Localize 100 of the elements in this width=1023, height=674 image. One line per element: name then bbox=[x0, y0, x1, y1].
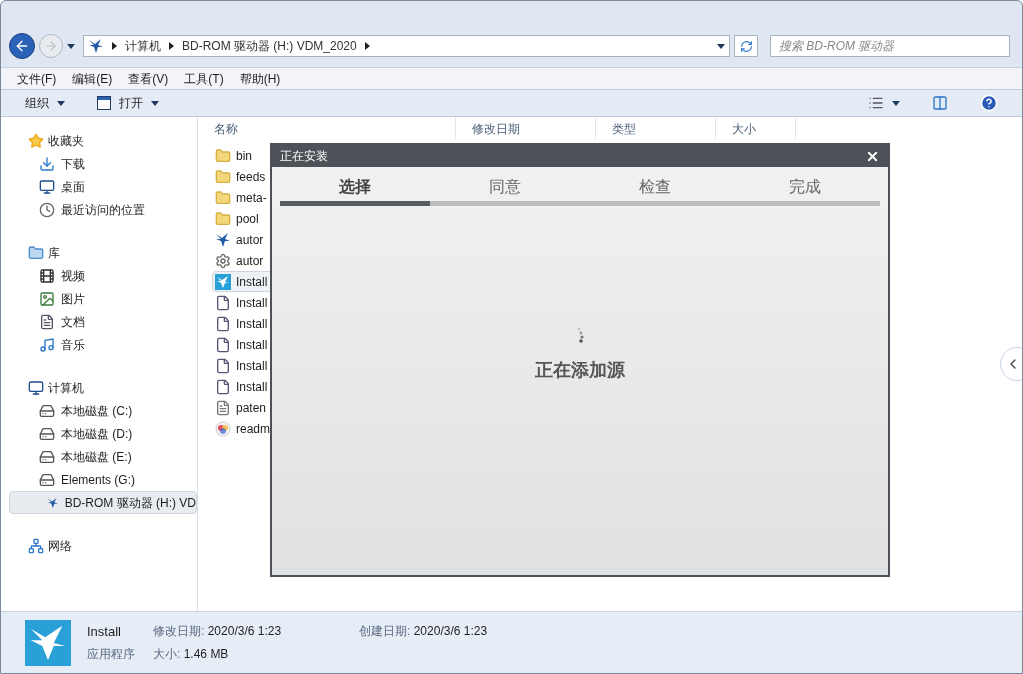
swoosh-logo-icon bbox=[215, 231, 231, 248]
drive-icon bbox=[39, 448, 55, 465]
text-file-icon bbox=[215, 399, 231, 416]
address-bar[interactable]: 计算机 BD-ROM 驱动器 (H:) VDM_2020 bbox=[83, 35, 730, 57]
folder-icon bbox=[215, 210, 231, 227]
organize-button[interactable]: 组织 bbox=[25, 94, 65, 112]
nav-item[interactable]: 下载 bbox=[1, 152, 197, 175]
nav-item[interactable]: 本地磁盘 (C:) bbox=[1, 399, 197, 422]
nav-item[interactable]: 文档 bbox=[1, 310, 197, 333]
file-row[interactable]: readm bbox=[212, 418, 282, 439]
computer-icon bbox=[28, 379, 44, 396]
drive-icon bbox=[39, 425, 55, 442]
status-message: 正在添加源 bbox=[535, 359, 625, 382]
dialog-title: 正在安装 bbox=[280, 148, 328, 165]
nav-group-item[interactable]: 库 bbox=[1, 241, 197, 264]
detail-field: 修改日期: 2020/3/6 1:23 bbox=[153, 621, 343, 642]
drive-icon bbox=[39, 402, 55, 419]
music-note-icon bbox=[39, 336, 55, 353]
folder-icon bbox=[215, 168, 231, 185]
folder-icon bbox=[28, 244, 44, 261]
column-header[interactable]: 大小 bbox=[716, 117, 796, 140]
file-row[interactable]: autor bbox=[212, 250, 282, 271]
file-name: Install bbox=[87, 622, 122, 641]
file-row[interactable]: Install bbox=[212, 334, 282, 355]
back-button[interactable] bbox=[9, 33, 35, 59]
nav-group-item[interactable]: 计算机 bbox=[1, 376, 197, 399]
refresh-button[interactable] bbox=[734, 35, 758, 57]
file-row[interactable]: Install bbox=[212, 292, 282, 313]
history-caret-icon bbox=[67, 43, 75, 49]
search-field[interactable]: 搜索 BD-ROM 驱动器 bbox=[770, 35, 1010, 57]
step-tab[interactable]: 同意 bbox=[430, 171, 580, 206]
column-header[interactable]: 类型 bbox=[596, 117, 716, 140]
menu-item[interactable]: 查看(V) bbox=[128, 69, 169, 88]
breadcrumb[interactable]: BD-ROM 驱动器 (H:) VDM_2020 bbox=[182, 37, 357, 55]
file-icon bbox=[215, 378, 231, 395]
file-icon bbox=[215, 336, 231, 353]
step-tab[interactable]: 选择 bbox=[280, 171, 430, 206]
file-row[interactable]: autor bbox=[212, 229, 282, 250]
clock-icon bbox=[39, 201, 55, 218]
detail-field: 创建日期: 2020/3/6 1:23 bbox=[359, 621, 488, 642]
nav-item[interactable]: BD-ROM 驱动器 (H:) VD bbox=[9, 491, 197, 514]
file-icon bbox=[215, 315, 231, 332]
file-row[interactable]: Install bbox=[212, 355, 282, 376]
view-options-icon[interactable] bbox=[868, 95, 884, 111]
file-row[interactable]: pool bbox=[212, 208, 282, 229]
view-caret-icon bbox=[892, 100, 900, 106]
nav-item[interactable]: 图片 bbox=[1, 287, 197, 310]
nav-group-item[interactable]: 网络 bbox=[1, 534, 197, 557]
chevron-icon bbox=[169, 42, 174, 50]
nav-item[interactable]: 视频 bbox=[1, 264, 197, 287]
file-icon bbox=[215, 294, 231, 311]
folder-icon bbox=[215, 147, 231, 164]
loading-spinner-icon bbox=[575, 327, 585, 345]
download-folder-icon bbox=[39, 155, 55, 172]
menu-item[interactable]: 工具(T) bbox=[184, 69, 224, 88]
nav-item[interactable]: 音乐 bbox=[1, 333, 197, 356]
caret-icon bbox=[57, 100, 65, 106]
menu-item[interactable]: 编辑(E) bbox=[72, 69, 113, 88]
menu-item[interactable]: 帮助(H) bbox=[239, 69, 281, 88]
column-header[interactable]: 名称 bbox=[198, 117, 456, 140]
detail-field: 大小: 1.46 MB bbox=[153, 645, 343, 664]
file-type: 应用程序 bbox=[87, 646, 136, 664]
file-row[interactable]: paten bbox=[212, 397, 282, 418]
caret-icon bbox=[151, 100, 159, 106]
breadcrumb[interactable]: 计算机 bbox=[125, 37, 161, 55]
picture-icon bbox=[39, 290, 55, 307]
menu-item[interactable]: 文件(F) bbox=[17, 69, 57, 88]
drive-icon bbox=[39, 471, 55, 488]
installer-icon bbox=[215, 273, 231, 290]
help-icon[interactable] bbox=[980, 94, 998, 112]
file-row[interactable]: meta- bbox=[212, 187, 282, 208]
star-icon bbox=[28, 132, 44, 149]
dropdown-caret-icon bbox=[717, 43, 725, 49]
nav-group-item[interactable]: 收藏夹 bbox=[1, 129, 197, 152]
refresh-icon bbox=[739, 39, 753, 53]
chevron-icon bbox=[364, 42, 370, 50]
film-icon bbox=[39, 267, 55, 284]
step-tab[interactable]: 完成 bbox=[730, 171, 880, 206]
file-row[interactable]: feeds bbox=[212, 166, 282, 187]
step-tab[interactable]: 检查 bbox=[580, 171, 730, 206]
file-icon bbox=[215, 357, 231, 374]
nav-item[interactable]: 本地磁盘 (D:) bbox=[1, 422, 197, 445]
installer-icon bbox=[25, 619, 71, 666]
file-row[interactable]: Install bbox=[212, 376, 282, 397]
open-button[interactable]: 打开 bbox=[97, 94, 159, 112]
document-icon bbox=[39, 313, 55, 330]
monitor-icon bbox=[39, 178, 55, 195]
file-row[interactable]: Install bbox=[212, 313, 282, 334]
folder-icon bbox=[215, 189, 231, 206]
preview-pane-icon[interactable] bbox=[932, 95, 948, 111]
nav-item[interactable]: Elements (G:) bbox=[1, 468, 197, 491]
column-header[interactable]: 修改日期 bbox=[456, 117, 596, 140]
nav-item[interactable]: 桌面 bbox=[1, 175, 197, 198]
swoosh-logo-icon bbox=[88, 38, 104, 54]
nav-item[interactable]: 最近访问的位置 bbox=[1, 198, 197, 221]
network-icon bbox=[28, 537, 44, 554]
nav-item[interactable]: 本地磁盘 (E:) bbox=[1, 445, 197, 468]
forward-arrow-icon bbox=[44, 39, 58, 53]
colorful-circle-icon bbox=[215, 420, 231, 437]
gear-icon bbox=[215, 252, 231, 269]
